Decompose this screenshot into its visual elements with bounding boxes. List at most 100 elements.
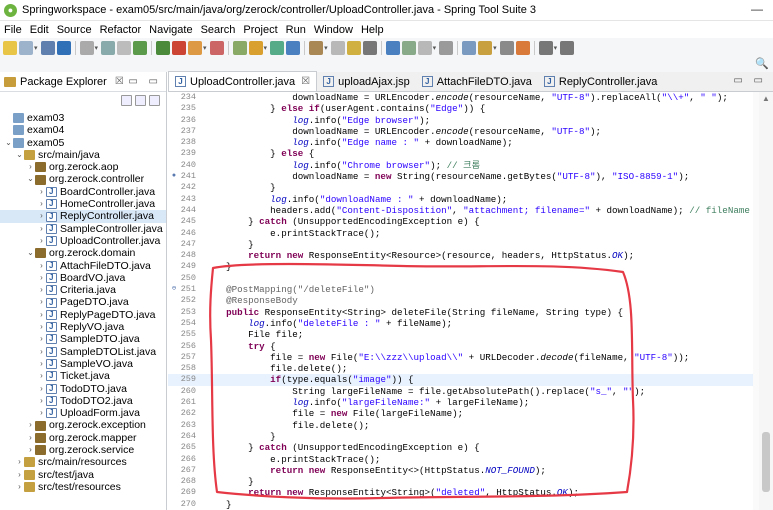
skip-icon[interactable]: [79, 41, 94, 55]
tree-item[interactable]: › UploadController.java: [0, 235, 166, 247]
tree-item[interactable]: › UploadForm.java: [0, 407, 166, 419]
tree-item[interactable]: › SampleDTO.java: [0, 333, 166, 345]
code-line[interactable]: 265 } catch (UnsupportedEncodingExceptio…: [168, 442, 773, 453]
package-explorer-tab[interactable]: Package Explorer ☒ ▭ ▭: [0, 72, 166, 92]
scroll-up-icon[interactable]: ▲: [762, 94, 770, 103]
chevron-down-icon[interactable]: ⌄: [15, 149, 24, 161]
chevron-right-icon[interactable]: ›: [15, 469, 24, 481]
new-java-icon[interactable]: [286, 41, 301, 55]
code-line[interactable]: 253 public ResponseEntity<String> delete…: [168, 307, 773, 318]
code-line[interactable]: 268 }: [168, 476, 773, 487]
tree-item[interactable]: › SampleController.java: [0, 223, 166, 235]
gear-icon[interactable]: [270, 41, 285, 55]
chevron-right-icon[interactable]: ›: [26, 444, 35, 456]
tree-item[interactable]: › AttachFileDTO.java: [0, 260, 166, 272]
search-icon[interactable]: [346, 41, 361, 55]
chevron-down-icon[interactable]: ▾: [203, 44, 207, 52]
editor-tab[interactable]: J UploadController.java ☒: [168, 71, 318, 91]
new-icon[interactable]: [3, 41, 17, 55]
chevron-right-icon[interactable]: ›: [37, 383, 46, 395]
code-line[interactable]: 238 log.info("Edge name : " + downloadNa…: [168, 137, 773, 148]
tree-item[interactable]: ⌄ src/main/java: [0, 149, 166, 161]
tree-item[interactable]: › SampleVO.java: [0, 358, 166, 370]
console-icon[interactable]: [232, 41, 247, 55]
chevron-down-icon[interactable]: ▾: [433, 44, 437, 52]
minimize-button[interactable]: —: [751, 2, 763, 16]
chevron-down-icon[interactable]: ▾: [554, 44, 558, 52]
code-line[interactable]: 259 if(type.equals("image")) {: [168, 374, 773, 386]
prev-annotation-icon[interactable]: [417, 41, 432, 55]
close-icon[interactable]: ☒: [301, 76, 310, 87]
pin-icon[interactable]: [478, 41, 493, 55]
code-area[interactable]: 234 downloadName = URLEncoder.encode(res…: [168, 92, 773, 510]
code-line[interactable]: 264 }: [168, 431, 773, 442]
suspend-icon[interactable]: [117, 41, 132, 55]
chevron-right-icon[interactable]: ›: [37, 260, 46, 272]
tree-item[interactable]: › org.zerock.exception: [0, 419, 166, 431]
back-icon[interactable]: [439, 41, 454, 55]
menu-item-navigate[interactable]: Navigate: [145, 24, 196, 36]
code-line[interactable]: 248 return new ResponseEntity<Resource>(…: [168, 250, 773, 261]
tree-item[interactable]: › BoardVO.java: [0, 272, 166, 284]
tree-item[interactable]: › org.zerock.mapper: [0, 432, 166, 444]
run-icon[interactable]: [156, 41, 171, 55]
tree-item[interactable]: › Criteria.java: [0, 284, 166, 296]
terminal-icon[interactable]: [209, 41, 224, 55]
toggle-icon[interactable]: [560, 41, 575, 55]
chevron-right-icon[interactable]: ›: [37, 407, 46, 419]
menu-item-source[interactable]: Source: [53, 24, 96, 36]
fold-marker-icon[interactable]: ●: [168, 171, 180, 182]
menu-item-edit[interactable]: Edit: [26, 24, 53, 36]
open-type-icon[interactable]: [309, 41, 324, 55]
tree-item[interactable]: › org.zerock.service: [0, 444, 166, 456]
chevron-right-icon[interactable]: ›: [37, 198, 46, 210]
chevron-down-icon[interactable]: ▾: [264, 44, 268, 52]
chevron-right-icon[interactable]: ›: [37, 358, 46, 370]
menu-item-run[interactable]: Run: [282, 24, 310, 36]
editor-tab[interactable]: JuploadAjax.jsp: [317, 72, 416, 91]
chevron-right-icon[interactable]: ›: [37, 309, 46, 321]
format-icon[interactable]: [538, 41, 553, 55]
chevron-right-icon[interactable]: ›: [37, 296, 46, 308]
tree-item[interactable]: exam03: [0, 112, 166, 124]
editor-view-controls[interactable]: ▭ ▭: [733, 75, 767, 86]
view-controls[interactable]: ▭ ▭: [128, 76, 162, 87]
chevron-down-icon[interactable]: ⌄: [26, 173, 35, 185]
tree-item[interactable]: › src/test/java: [0, 469, 166, 481]
tree-item[interactable]: › HomeController.java: [0, 198, 166, 210]
forward-icon[interactable]: [462, 41, 477, 55]
scrollbar-thumb[interactable]: [762, 432, 770, 492]
tree-item[interactable]: › TodoDTO2.java: [0, 395, 166, 407]
chevron-right-icon[interactable]: ›: [15, 481, 24, 493]
print-icon[interactable]: [56, 41, 71, 55]
view-menu-icon[interactable]: [149, 94, 160, 106]
search-icon[interactable]: 🔍: [755, 57, 769, 70]
fold-marker-icon[interactable]: ⊖: [168, 284, 180, 295]
code-line[interactable]: 235 } else if(userAgent.contains("Edge")…: [168, 103, 773, 114]
chevron-right-icon[interactable]: ›: [37, 395, 46, 407]
chevron-right-icon[interactable]: ›: [37, 235, 46, 247]
tree-item[interactable]: › ReplyController.java: [0, 210, 166, 223]
editor-tab[interactable]: J AttachFileDTO.java: [415, 72, 538, 91]
chevron-right-icon[interactable]: ›: [37, 346, 46, 358]
save-all-icon[interactable]: [40, 41, 55, 55]
save-icon[interactable]: [19, 41, 33, 55]
code-line[interactable]: 270 }: [168, 499, 773, 510]
code-line[interactable]: 267 return new ResponseEntity<>(HttpStat…: [168, 465, 773, 476]
editor-tab[interactable]: J ReplyController.java: [537, 72, 664, 91]
tree-item[interactable]: › src/test/resources: [0, 481, 166, 493]
code-line[interactable]: 246 e.printStackTrace();: [168, 228, 773, 239]
tree-item[interactable]: ⌄ org.zerock.controller: [0, 173, 166, 185]
chevron-down-icon[interactable]: ▾: [324, 44, 328, 52]
code-line[interactable]: 257 file = new File("E:\\zzz\\upload\\" …: [168, 352, 773, 363]
ant-icon[interactable]: [248, 41, 263, 55]
tree-item[interactable]: › PageDTO.java: [0, 296, 166, 308]
tree-item[interactable]: › TodoDTO.java: [0, 383, 166, 395]
refactor-icon[interactable]: [330, 41, 345, 55]
code-line[interactable]: 263 file.delete();: [168, 420, 773, 431]
stop-icon[interactable]: [172, 41, 187, 55]
chevron-right-icon[interactable]: ›: [26, 432, 35, 444]
code-line[interactable]: 234 downloadName = URLEncoder.encode(res…: [168, 92, 773, 103]
code-line[interactable]: 245 } catch (UnsupportedEncodingExceptio…: [168, 216, 773, 227]
resume-icon[interactable]: [101, 41, 116, 55]
